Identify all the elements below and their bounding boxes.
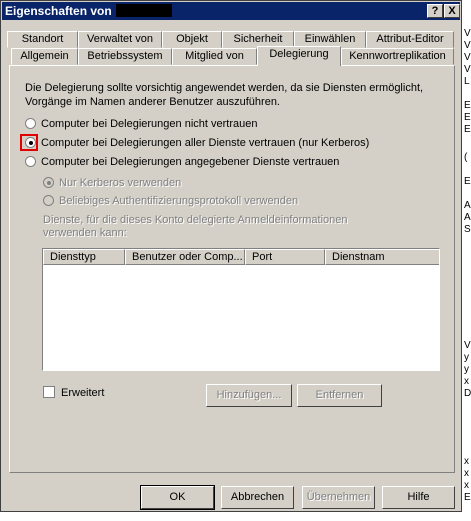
- extended-checkbox-row[interactable]: Erweitert: [43, 386, 104, 400]
- tab-betriebssystem[interactable]: Betriebssystem: [78, 48, 172, 65]
- apply-button[interactable]: Übernehmen: [302, 486, 375, 509]
- option-label: Computer bei Delegierungen angegebener D…: [41, 156, 340, 168]
- extended-label: Erweitert: [61, 387, 105, 399]
- cancel-button[interactable]: Abbrechen: [221, 486, 294, 509]
- option-delegate-specified-services[interactable]: Computer bei Delegierungen angegebener D…: [25, 155, 339, 169]
- radio-button[interactable]: [25, 156, 36, 167]
- help-title-button[interactable]: ?: [427, 4, 443, 18]
- selection-highlight: [20, 134, 38, 151]
- tab-attribut-editor[interactable]: Attribut-Editor: [366, 31, 454, 48]
- column-header-port[interactable]: Port: [245, 249, 325, 265]
- window-title: Eigenschaften von: [5, 4, 112, 18]
- radio-button-disabled[interactable]: [43, 177, 54, 188]
- redacted-name: [115, 4, 172, 18]
- ok-button[interactable]: OK: [140, 485, 215, 510]
- option-any-protocol[interactable]: Beliebiges Authentifizierungsprotokoll v…: [43, 194, 298, 208]
- services-label: Dienste, für die dieses Konto delegierte…: [43, 214, 348, 239]
- help-button[interactable]: Hilfe: [382, 486, 455, 509]
- tab-delegierung[interactable]: Delegierung: [257, 46, 341, 66]
- option-label: Beliebiges Authentifizierungsprotokoll v…: [59, 195, 299, 207]
- option-no-delegation[interactable]: Computer bei Delegierungen nicht vertrau…: [25, 117, 257, 131]
- option-label: Computer bei Delegierungen aller Dienste…: [41, 137, 370, 149]
- column-header-benutzer[interactable]: Benutzer oder Comp...: [125, 249, 245, 265]
- column-header-diensttyp[interactable]: Diensttyp: [43, 249, 125, 265]
- tab-allgemein[interactable]: Allgemein: [11, 48, 78, 65]
- option-delegate-all-services[interactable]: Computer bei Delegierungen aller Dienste…: [25, 136, 369, 150]
- close-title-button[interactable]: X: [444, 4, 460, 18]
- services-list[interactable]: Diensttyp Benutzer oder Comp... Port Die…: [42, 248, 440, 371]
- delegation-description: Die Delegierung sollte vorsichtig angewe…: [25, 82, 424, 108]
- radio-button-disabled[interactable]: [43, 195, 54, 206]
- tab-kennwortreplikation[interactable]: Kennwortreplikation: [341, 48, 454, 65]
- option-label: Computer bei Delegierungen nicht vertrau…: [41, 118, 258, 130]
- option-kerberos-only[interactable]: Nur Kerberos verwenden: [43, 176, 181, 190]
- radio-button[interactable]: [25, 118, 36, 129]
- tab-verwaltet-von[interactable]: Verwaltet von: [78, 31, 162, 48]
- properties-dialog: Eigenschaften von ? X Standort Verwaltet…: [0, 0, 462, 512]
- option-label: Nur Kerberos verwenden: [59, 177, 182, 189]
- extended-checkbox[interactable]: [43, 386, 55, 398]
- tab-mitglied-von[interactable]: Mitglied von: [172, 48, 257, 65]
- column-header-dienstname[interactable]: Dienstnam: [325, 249, 439, 265]
- remove-button[interactable]: Entfernen: [297, 384, 382, 407]
- title-bar: Eigenschaften von ? X: [2, 2, 460, 20]
- tab-objekt[interactable]: Objekt: [162, 31, 222, 48]
- add-button[interactable]: Hinzufügen...: [206, 384, 292, 407]
- tab-standort[interactable]: Standort: [7, 31, 78, 48]
